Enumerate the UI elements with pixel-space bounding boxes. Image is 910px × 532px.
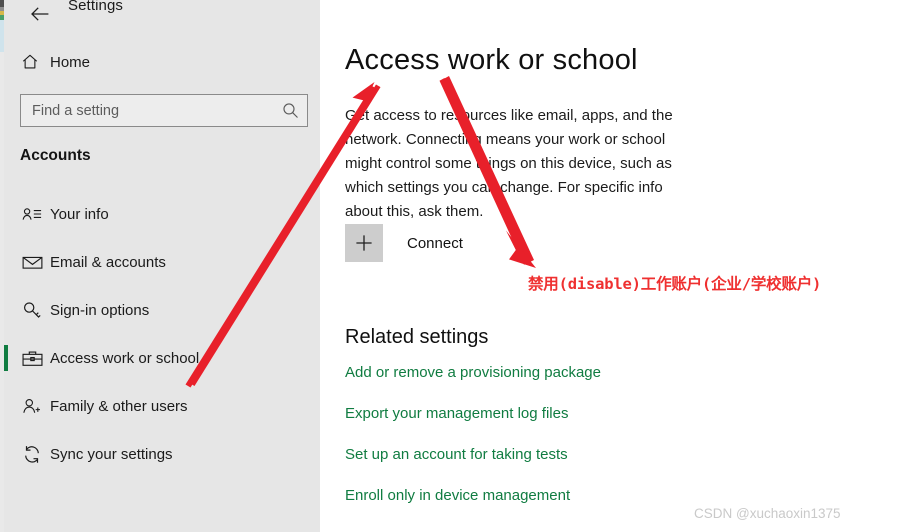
sidebar-item-sync-your-settings[interactable]: Sync your settings [4, 438, 320, 470]
page-description: Get access to resources like email, apps… [345, 107, 673, 220]
related-settings-title: Related settings [345, 326, 489, 348]
selection-indicator [4, 297, 8, 323]
sidebar-nav-list: Your info Email & accounts Sign-in optio… [4, 198, 320, 486]
back-button[interactable] [26, 0, 54, 28]
key-icon [4, 301, 50, 319]
envelope-icon [4, 255, 50, 270]
sidebar-item-your-info[interactable]: Your info [4, 198, 320, 230]
sidebar-item-label: Access work or school [50, 349, 200, 367]
settings-sidebar: Settings Home Accounts [4, 0, 320, 532]
selection-indicator [4, 249, 8, 275]
sidebar-item-home[interactable]: Home [16, 46, 308, 78]
page-title: Access work or school [345, 44, 638, 76]
app-title: Settings [68, 0, 123, 14]
sidebar-item-label: Your info [50, 205, 109, 223]
search-icon[interactable] [273, 95, 307, 126]
watermark: CSDN @xuchaoxin1375 [694, 506, 841, 521]
sidebar-item-email-accounts[interactable]: Email & accounts [4, 246, 320, 278]
selection-indicator [4, 393, 8, 419]
settings-window: Settings Home Accounts [0, 0, 910, 532]
plus-icon [345, 224, 383, 262]
title-bar: Settings [4, 0, 320, 30]
related-link-provisioning-package[interactable]: Add or remove a provisioning package [345, 364, 601, 381]
connect-button[interactable]: Connect [345, 224, 463, 262]
main-content: Access work or school Get access to reso… [320, 0, 910, 532]
related-link-account-taking-tests[interactable]: Set up an account for taking tests [345, 446, 568, 463]
selection-indicator [4, 201, 8, 227]
sidebar-item-label: Sync your settings [50, 445, 173, 463]
contact-card-icon [4, 206, 50, 222]
sidebar-item-access-work-or-school[interactable]: Access work or school [4, 342, 320, 374]
related-link-export-management-log[interactable]: Export your management log files [345, 405, 568, 422]
home-icon [16, 53, 50, 71]
search-input[interactable] [21, 95, 273, 126]
connect-button-label: Connect [407, 234, 463, 252]
sync-icon [4, 445, 50, 464]
briefcase-icon [4, 350, 50, 367]
related-settings-list: Add or remove a provisioning package Exp… [345, 364, 865, 528]
sidebar-item-family-other-users[interactable]: Family & other users [4, 390, 320, 422]
selection-indicator [4, 441, 8, 467]
sidebar-section-header: Accounts [20, 147, 91, 164]
search-box[interactable] [20, 94, 308, 127]
user-plus-icon [4, 397, 50, 415]
sidebar-item-label: Family & other users [50, 397, 188, 415]
sidebar-item-label: Email & accounts [50, 253, 166, 271]
sidebar-item-label: Sign-in options [50, 301, 150, 319]
related-link-enroll-device-management[interactable]: Enroll only in device management [345, 487, 570, 504]
selection-indicator [4, 345, 8, 371]
sidebar-item-home-label: Home [50, 53, 91, 71]
sidebar-item-sign-in-options[interactable]: Sign-in options [4, 294, 320, 326]
